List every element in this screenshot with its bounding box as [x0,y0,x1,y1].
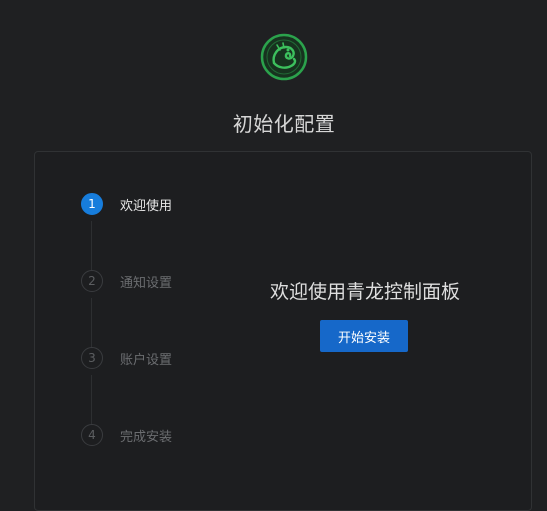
step-connector [91,375,92,425]
step-number-4: 4 [81,424,103,446]
step-welcome[interactable]: 1 欢迎使用 [81,192,241,216]
welcome-heading: 欢迎使用青龙控制面板 [269,281,460,303]
step-connector [91,221,92,271]
start-install-button[interactable]: 开始安装 [320,320,408,352]
step-label-notification: 通知设置 [120,275,173,291]
step-label-account: 账户设置 [120,352,173,368]
setup-card: 1 欢迎使用 2 通知设置 3 账户设置 4 完成安装 欢迎使用青龙控制面板 开… [34,151,532,511]
step-label-finish: 完成安装 [120,429,173,445]
step-connector [91,298,92,348]
step-number-1: 1 [81,193,103,215]
step-number-2: 2 [81,270,103,292]
qinglong-logo-icon [260,33,308,81]
step-finish[interactable]: 4 完成安装 [81,423,241,447]
step-notification[interactable]: 2 通知设置 [81,269,241,293]
step-account[interactable]: 3 账户设置 [81,346,241,370]
step-label-welcome: 欢迎使用 [120,198,173,214]
page-title: 初始化配置 [232,112,336,136]
step-number-3: 3 [81,347,103,369]
